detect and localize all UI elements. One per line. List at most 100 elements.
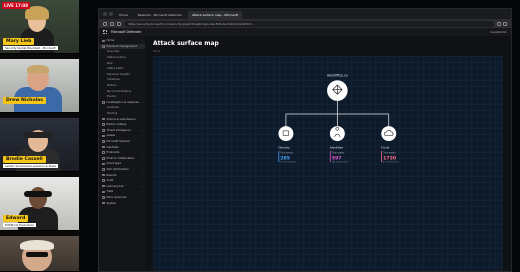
map-node-devices[interactable]: Devices Total assets28514 critical assets [278,126,296,164]
node-total-value: 597 [332,155,342,161]
root-node[interactable]: AlexOffice.ca [327,74,348,101]
sidebar-item-label: Initiatives [107,78,120,82]
window-control-icon[interactable] [103,12,107,16]
sidebar-item-label: Incidents [107,106,119,110]
menu-icon[interactable] [503,21,507,26]
participant-name: Edward [3,215,29,222]
sidebar-item-label: Cloud apps [106,162,121,166]
tab-attack-surface-map[interactable]: Attack surface map - Microsoft [188,11,243,19]
extensions-icon[interactable] [497,21,501,26]
chevron-down-icon: ⌄ [140,139,143,143]
forward-icon[interactable] [110,21,114,26]
browser-window: Home Rewards - Microsoft Defender Attack… [98,8,512,272]
node-title: Identities [330,146,344,150]
participant-tile[interactable] [0,236,79,272]
nav-item-icon [102,134,105,138]
node-critical-count: 14 critical assets [280,161,296,164]
back-icon[interactable] [103,21,107,26]
sidebar-item-label: Endpoints [106,151,120,155]
sidebar-item-label: Attack surface [107,56,126,60]
sidebar-item-label: Recommendations [107,89,132,93]
nav-item-icon [102,196,105,199]
participant-tile[interactable]: Drew Nicholas [0,59,79,113]
nav-item-icon [102,129,105,132]
chevron-down-icon: ⌄ [140,167,143,171]
nav-item-icon [102,151,105,154]
map-node-circle[interactable] [329,126,345,142]
chevron-down-icon: ⌄ [140,145,143,149]
sidebar-item-label: Map [107,61,113,65]
chevron-down-icon: ⌄ [140,156,143,160]
sidebar-item-label: More resources [106,195,127,199]
map-canvas[interactable]: AlexOffice.ca DevicesTotal assets28514 c… [153,56,503,271]
nav-item-icon [102,145,105,149]
participant-role: Latest ransomware sessions & Tasks [3,164,59,168]
node-title: Cloud [381,146,389,150]
sidebar-item-label: Attack paths [107,67,124,71]
nav-item-icon [102,190,105,194]
node-total-value: 285 [280,155,290,161]
sidebar-item-label: Partner catalog [106,123,127,127]
map-node-circle[interactable] [278,126,294,142]
chevron-down-icon: ⌄ [140,179,143,183]
participant-name: Drew Nicholas [3,97,47,104]
nav-item-icon [102,157,105,160]
screen: LIVE 17:08 Mary Lieb Security Global Bla… [0,0,520,272]
tab-bar: Home Rewards - Microsoft Defender Attack… [99,9,511,19]
app-name: Microsoft Defender [111,30,142,34]
chevron-down-icon: ⌄ [140,39,143,43]
nav-item-icon [102,168,105,171]
sidebar-item-label: Metrics [107,84,117,88]
nav-item-icon [102,162,105,166]
participant-tile[interactable]: LIVE 17:08 Mary Lieb Security Global Bla… [0,0,79,54]
tab-rewards[interactable]: Rewards - Microsoft Defender [134,11,186,19]
node-critical-count: 41 critical assets [383,161,399,164]
nav-item-icon [102,201,105,205]
profile-name[interactable]: Guest/Admin [490,31,507,34]
chevron-down-icon: ⌄ [140,128,143,132]
participant-tile[interactable]: Edward EVP/Body Presidents [0,177,79,231]
sidebar-item-label: Trials [106,190,114,194]
live-badge: LIVE 17:08 [2,2,30,9]
chevron-down-icon: ⌄ [140,190,143,194]
node-title: Devices [278,146,290,150]
attack-surface-map[interactable]: AlexOffice.ca Devices Total assets 285 14 c… [153,56,503,271]
chevron-down-icon: ⌄ [140,184,143,188]
url-input[interactable]: https://security.microsoft.com/security-… [124,20,494,27]
refresh-icon[interactable] [117,21,121,26]
nav-item-icon [102,117,105,121]
map-node-cloud[interactable]: Cloud Total assets173041 critical assets [381,126,399,164]
nav-item-icon [102,179,105,182]
node-accent-bar [329,150,331,163]
breadcrumb[interactable]: Home [153,50,160,53]
chevron-down-icon: ⌄ [140,173,143,177]
nav-item-icon [102,45,105,48]
sidebar-item-label: Investigation & response [106,100,139,104]
sidebar-item-label: Learning hub [106,184,124,188]
app-content: Home ⌄ Exposure management ⌄ Overview Attack … [99,36,511,271]
map-node-circle[interactable] [381,126,397,142]
sidebar-item-label: Threat intelligence [106,128,131,132]
sidebar-item[interactable]: System ⌄ [99,200,145,206]
sidebar-item-label: Identities [106,145,119,149]
sidebar-item-label: Actions & submissions [106,117,136,121]
app-launcher-icon[interactable] [103,30,107,34]
window-control-icon[interactable] [109,12,113,16]
chevron-down-icon: ⌄ [140,44,143,48]
node-total-label: Total assets [383,152,396,155]
nav-item-icon [102,173,105,177]
participant-name: Mary Lieb [3,38,35,45]
nav-item-icon [102,184,105,188]
node-total-label: Total assets [280,152,293,155]
participant-tile[interactable]: Brodie Cassell Latest ransomware session… [0,118,79,172]
sidebar-item-label: Audit [106,179,114,183]
sidebar-item-label: Home [106,39,115,43]
tab-home[interactable]: Home [115,11,132,19]
chevron-down-icon: ⌄ [140,117,143,121]
sidebar-item-label: Hunting [107,112,118,116]
map-node-identities[interactable]: Identities Total assets597145 critical as… [329,126,349,164]
main-panel: Attack surface map Home AlexOffice.ca De… [145,36,511,271]
sidebar-item-label: Assets [106,134,115,138]
participant-role: EVP/Body Presidents [3,223,36,227]
node-accent-bar [381,150,383,163]
